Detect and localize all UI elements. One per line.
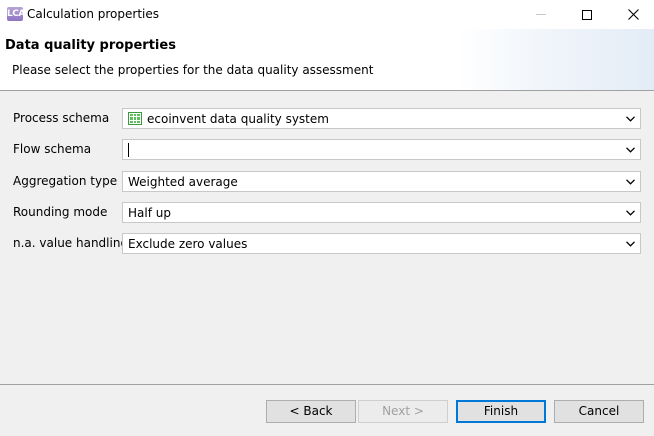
minimize-icon xyxy=(536,14,546,15)
footer-divider xyxy=(0,384,654,385)
text-caret xyxy=(128,143,129,157)
aggregation-type-row: Aggregation type Weighted average xyxy=(0,171,654,193)
window-title: Calculation properties xyxy=(27,7,159,21)
rounding-mode-select[interactable]: Half up xyxy=(122,202,641,223)
title-bar: LCA Calculation properties xyxy=(0,0,654,29)
chevron-down-icon[interactable] xyxy=(622,110,639,127)
chevron-down-icon[interactable] xyxy=(622,204,639,221)
finish-button[interactable]: Finish xyxy=(456,400,546,423)
cancel-button[interactable]: Cancel xyxy=(554,400,644,423)
process-schema-select[interactable]: ecoinvent data quality system xyxy=(122,108,641,129)
close-icon xyxy=(627,9,639,20)
page-title: Data quality properties xyxy=(5,38,176,53)
aggregation-type-label: Aggregation type xyxy=(13,174,118,188)
process-schema-row: Process schema ecoinvent data quality sy… xyxy=(0,108,654,130)
na-value-handling-row: n.a. value handling Exclude zero values xyxy=(0,233,654,255)
rounding-mode-value: Half up xyxy=(128,206,171,220)
aggregation-type-select[interactable]: Weighted average xyxy=(122,171,641,192)
close-button[interactable] xyxy=(610,0,654,29)
process-schema-label: Process schema xyxy=(13,111,110,125)
chevron-down-icon[interactable] xyxy=(622,141,639,158)
minimize-button[interactable] xyxy=(518,0,564,29)
maximize-icon xyxy=(582,9,592,20)
back-button[interactable]: < Back xyxy=(266,400,356,423)
wizard-header: Data quality properties Please select th… xyxy=(0,29,654,91)
aggregation-type-value: Weighted average xyxy=(128,175,238,189)
na-value-handling-value: Exclude zero values xyxy=(128,237,248,251)
flow-schema-label: Flow schema xyxy=(13,142,92,156)
rounding-mode-label: Rounding mode xyxy=(13,205,108,219)
flow-schema-row: Flow schema xyxy=(0,139,654,161)
page-description: Please select the properties for the dat… xyxy=(12,63,374,77)
flow-schema-select[interactable] xyxy=(122,139,641,160)
grid-table-icon xyxy=(128,112,142,125)
calculation-properties-dialog: LCA Calculation properties Data quality … xyxy=(0,0,654,436)
app-logo-icon: LCA xyxy=(7,7,25,21)
chevron-down-icon[interactable] xyxy=(622,235,639,252)
na-value-handling-label: n.a. value handling xyxy=(13,236,129,250)
chevron-down-icon[interactable] xyxy=(622,173,639,190)
rounding-mode-row: Rounding mode Half up xyxy=(0,202,654,224)
process-schema-value: ecoinvent data quality system xyxy=(147,112,329,126)
next-button[interactable]: Next > xyxy=(358,400,448,423)
maximize-button[interactable] xyxy=(564,0,610,29)
na-value-handling-select[interactable]: Exclude zero values xyxy=(122,233,641,254)
